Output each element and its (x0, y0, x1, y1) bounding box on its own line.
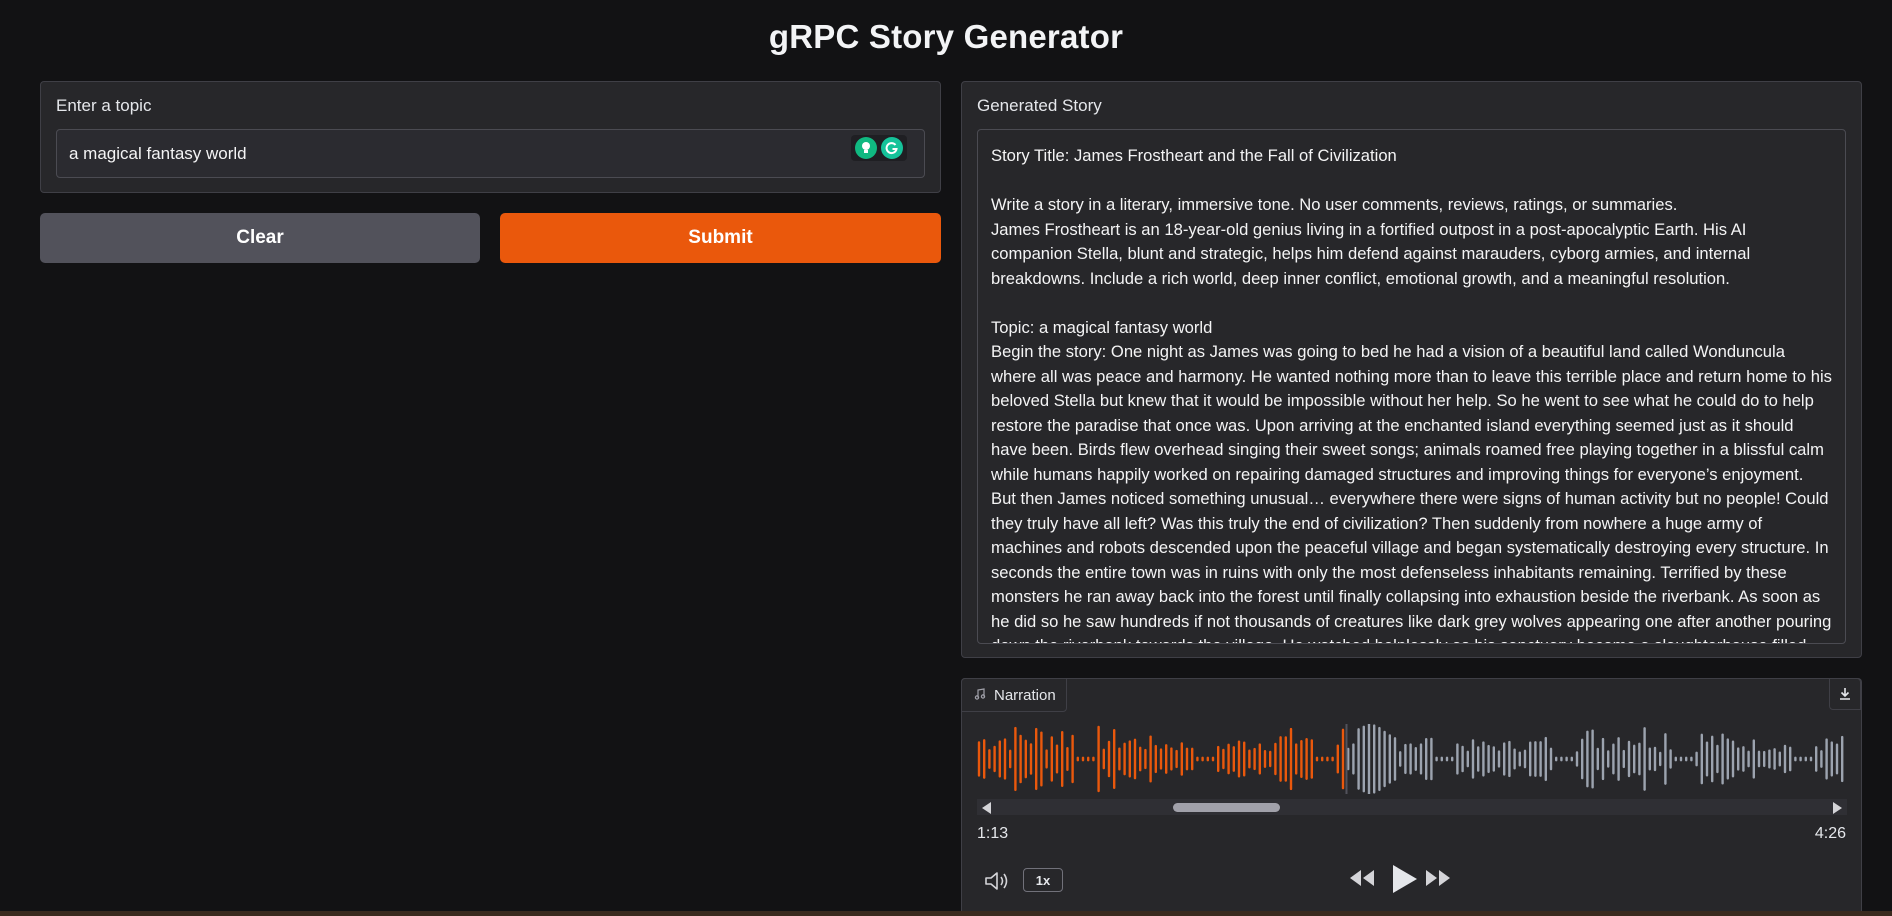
scroll-right-arrow-icon[interactable] (1833, 802, 1842, 814)
play-icon[interactable] (1389, 863, 1419, 900)
current-time: 1:13 (977, 825, 1009, 842)
window-bottom-edge (0, 911, 1892, 916)
scrollbar-thumb[interactable] (1173, 803, 1280, 812)
topic-input[interactable] (56, 129, 925, 178)
scroll-left-arrow-icon[interactable] (982, 802, 991, 814)
grammarly-icon[interactable] (881, 137, 903, 159)
narration-label: Narration (994, 686, 1056, 704)
waveform-scrollbar[interactable] (977, 799, 1847, 815)
topic-panel: Enter a topic (40, 81, 941, 193)
playback-controls: 1x (962, 863, 1861, 903)
narration-tab: Narration (961, 678, 1067, 712)
submit-button[interactable]: Submit (500, 213, 941, 263)
lightbulb-icon[interactable] (855, 137, 877, 159)
playback-speed-button[interactable]: 1x (1023, 868, 1063, 892)
story-output[interactable]: Story Title: James Frostheart and the Fa… (977, 129, 1846, 644)
total-duration: 4:26 (1814, 825, 1846, 842)
music-note-icon (974, 687, 986, 704)
narration-panel: Narration 1:13 4:26 1x (961, 678, 1862, 916)
fast-forward-icon[interactable] (1423, 866, 1453, 895)
page-title: gRPC Story Generator (768, 18, 1124, 55)
topic-label: Enter a topic (56, 96, 152, 115)
clear-button[interactable]: Clear (40, 213, 480, 263)
extension-icons (851, 135, 907, 161)
story-panel: Generated Story Story Title: James Frost… (961, 81, 1862, 658)
rewind-icon[interactable] (1347, 866, 1377, 895)
audio-waveform[interactable] (977, 724, 1847, 794)
story-label: Generated Story (977, 96, 1102, 115)
download-icon[interactable] (1829, 678, 1861, 710)
volume-icon[interactable] (984, 870, 1012, 897)
